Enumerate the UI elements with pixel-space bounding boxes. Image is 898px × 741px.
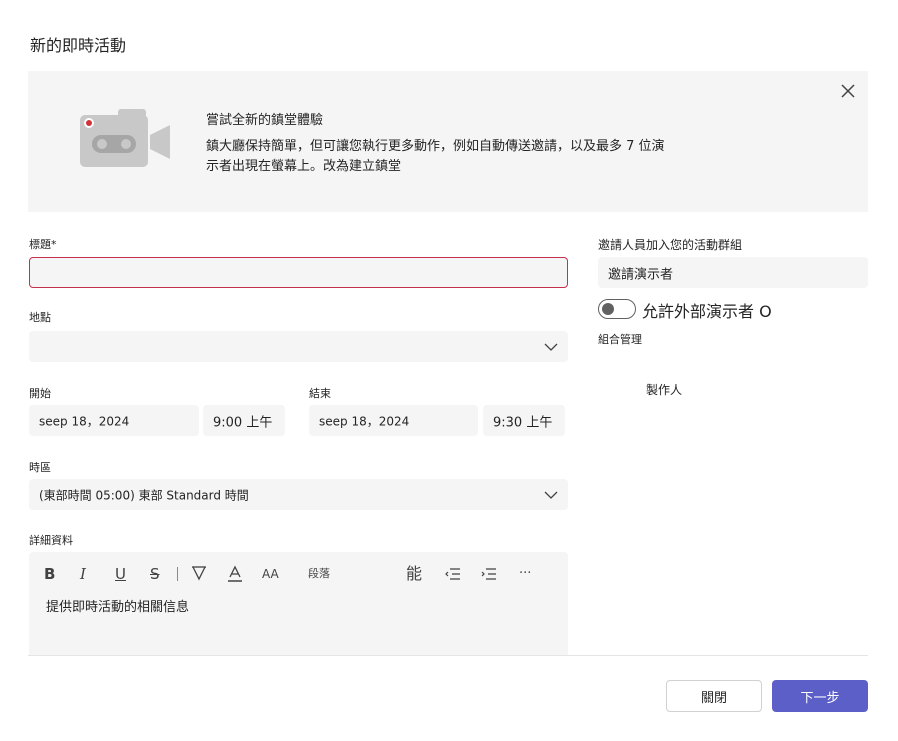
timezone-label: 時區 — [29, 461, 51, 474]
invite-label: 邀請人員加入您的活動群組 — [598, 238, 743, 252]
close-button[interactable]: 關閉 — [666, 680, 762, 712]
banner-heading: 嘗試全新的鎮堂體驗 — [206, 113, 324, 128]
next-button[interactable]: 下一步 — [772, 680, 868, 712]
title-label: 標題* — [29, 238, 57, 251]
org-label: 組合管理 — [598, 333, 642, 346]
start-time-value: 9:00 上午 — [213, 415, 273, 430]
banner-body: 鎮大廳保持簡單，但可讓您執行更多動作，例如自動傳送邀請，以及最多 7 位演示者出… — [206, 139, 665, 174]
start-date-picker[interactable]: seep 18，2024 — [29, 405, 199, 436]
toolbar-divider — [177, 567, 178, 581]
italic-button[interactable]: I — [80, 564, 86, 584]
start-label: 開始 — [29, 387, 51, 400]
font-color-icon[interactable] — [227, 565, 243, 583]
highlight-icon[interactable] — [191, 565, 207, 583]
footer-divider — [28, 655, 868, 656]
start-time-picker[interactable]: 9:00 上午 — [203, 405, 285, 436]
timezone-value: (東部時間 05:00) 東部 Standard 時間 — [39, 488, 249, 502]
toggle-knob — [602, 303, 614, 315]
start-date-value: seep 18，2024 — [39, 414, 130, 428]
location-label: 地點 — [29, 311, 51, 324]
strikethrough-button[interactable]: S — [150, 564, 160, 584]
location-dropdown[interactable] — [29, 331, 568, 362]
details-editor[interactable]: B I U S AA 段落 能 ··· 提供即時活動的相關信息 — [29, 552, 568, 656]
close-icon[interactable] — [838, 81, 858, 101]
end-time-picker[interactable]: 9:30 上午 — [483, 405, 565, 436]
invite-presenters-placeholder: 邀請演示者 — [608, 267, 674, 282]
end-date-picker[interactable]: seep 18，2024 — [309, 405, 478, 436]
bold-button[interactable]: B — [44, 564, 55, 584]
decrease-indent-icon[interactable] — [445, 567, 461, 581]
dialog-title: 新的即時活動 — [30, 36, 127, 55]
end-time-value: 9:30 上午 — [493, 415, 553, 430]
invite-presenters-input[interactable]: 邀請演示者 — [598, 257, 868, 288]
paragraph-dropdown[interactable]: 段落 — [308, 564, 330, 584]
external-presenters-label: 允許外部演示者 O — [642, 302, 772, 321]
title-input[interactable] — [29, 257, 568, 288]
organizer-name: 製作人 — [646, 383, 683, 397]
chevron-down-icon — [544, 343, 558, 351]
end-label: 結束 — [309, 387, 331, 400]
details-placeholder: 提供即時活動的相關信息 — [46, 600, 190, 615]
details-label: 詳細資料 — [29, 534, 73, 547]
underline-button[interactable]: U — [115, 564, 126, 584]
increase-indent-icon[interactable] — [481, 567, 497, 581]
font-size-button[interactable]: AA — [262, 564, 279, 584]
end-date-value: seep 18，2024 — [319, 414, 410, 428]
external-presenters-toggle[interactable] — [598, 299, 636, 319]
format-button[interactable]: 能 — [406, 564, 422, 584]
video-camera-icon — [80, 109, 170, 167]
more-options-button[interactable]: ··· — [519, 564, 531, 584]
chevron-down-icon — [544, 491, 558, 499]
timezone-dropdown[interactable]: (東部時間 05:00) 東部 Standard 時間 — [29, 479, 568, 510]
townhall-promo-banner: 嘗試全新的鎮堂體驗 鎮大廳保持簡單，但可讓您執行更多動作，例如自動傳送邀請，以及… — [28, 71, 868, 212]
